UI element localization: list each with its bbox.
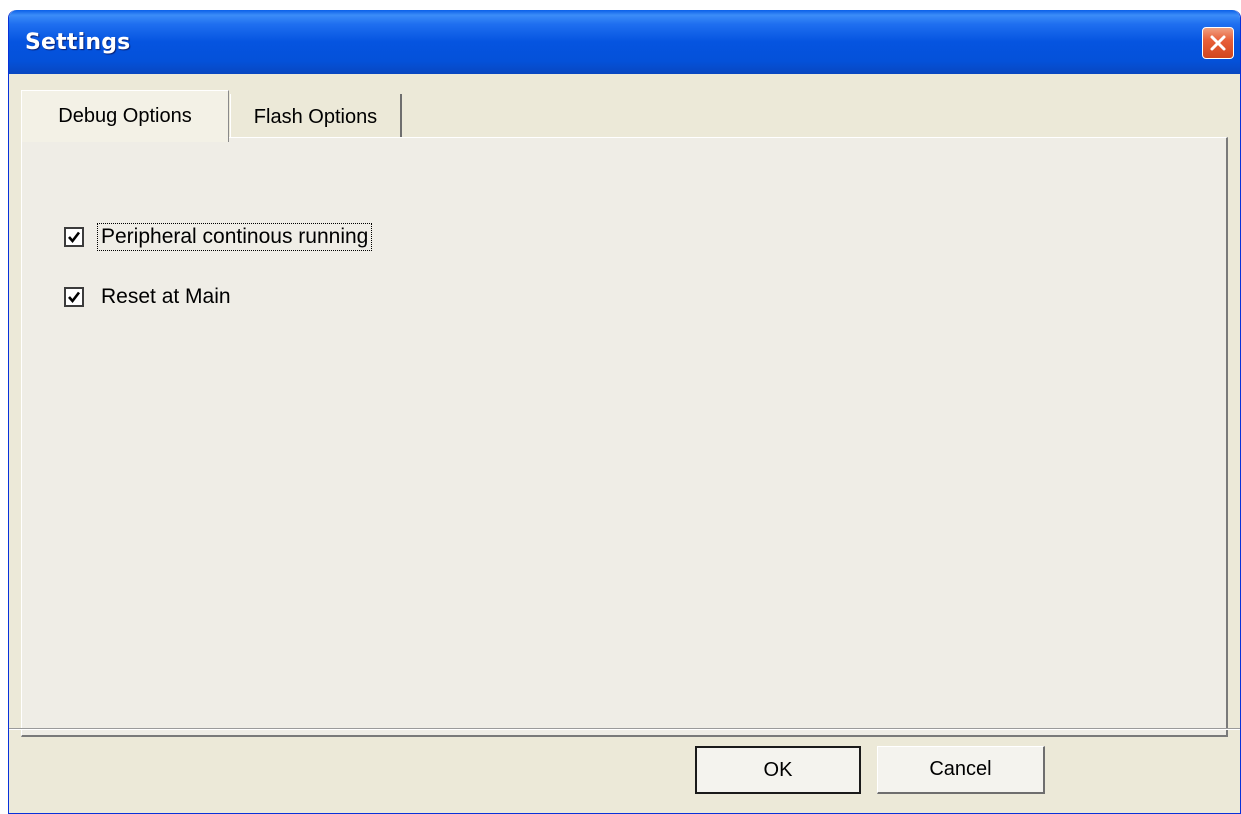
ok-button[interactable]: OK xyxy=(695,746,861,794)
close-icon xyxy=(1210,35,1226,51)
reset-at-main-checkbox[interactable] xyxy=(64,287,84,307)
checkmark-icon xyxy=(68,231,81,244)
tab-debug-options[interactable]: Debug Options xyxy=(21,90,229,142)
settings-dialog: Settings Debug Options Flash Options Per… xyxy=(8,10,1241,814)
close-button[interactable] xyxy=(1202,27,1234,59)
debug-options-panel: Peripheral continous running Reset at Ma… xyxy=(21,137,1228,737)
cancel-button[interactable]: Cancel xyxy=(877,746,1045,794)
peripheral-continuous-running-label: Peripheral continous running xyxy=(96,223,373,251)
peripheral-continuous-running-option[interactable]: Peripheral continous running xyxy=(64,222,373,252)
peripheral-continuous-running-checkbox[interactable] xyxy=(64,227,84,247)
window-title: Settings xyxy=(25,30,131,55)
reset-at-main-label: Reset at Main xyxy=(101,285,231,308)
reset-at-main-option[interactable]: Reset at Main xyxy=(64,282,234,312)
title-bar[interactable]: Settings xyxy=(9,10,1240,74)
tab-flash-options[interactable]: Flash Options xyxy=(230,94,402,138)
button-area-divider xyxy=(9,728,1240,730)
checkmark-icon xyxy=(68,291,81,304)
